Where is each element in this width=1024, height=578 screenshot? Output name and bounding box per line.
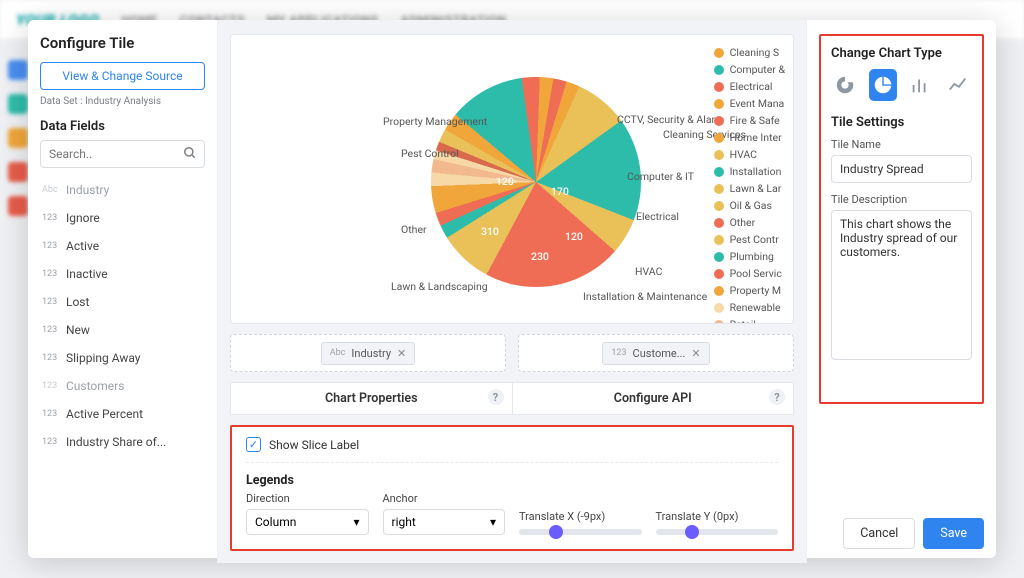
field-row[interactable]: 123Active xyxy=(40,232,205,260)
help-icon[interactable]: ? xyxy=(488,389,504,405)
right-panel: Change Chart Type Tile Settings Tile Nam… xyxy=(806,20,996,563)
field-row[interactable]: 123Customers xyxy=(40,372,205,400)
chart-data-label: Lawn & Landscaping xyxy=(391,280,488,293)
direction-select[interactable]: Column ▾ xyxy=(246,509,369,535)
chart-type-bar[interactable] xyxy=(907,69,935,101)
legend-item: Retail xyxy=(714,317,785,324)
save-button[interactable]: Save xyxy=(923,518,984,549)
chip-label: Custome... xyxy=(633,347,686,360)
chart-data-label: Other xyxy=(401,223,427,236)
chart-data-label: 310 xyxy=(481,225,499,238)
translate-y-label: Translate Y (0px) xyxy=(656,510,779,523)
legends-heading: Legends xyxy=(246,473,778,488)
legend-item: HVAC xyxy=(714,147,785,162)
center-panel: Cleaning ServicesCCTV, Security & AlarmP… xyxy=(218,20,806,563)
chart-data-label: 170 xyxy=(551,185,569,198)
field-row[interactable]: 123New xyxy=(40,316,205,344)
chart-data-label: 230 xyxy=(531,250,549,263)
show-slice-label-text: Show Slice Label xyxy=(269,438,359,452)
field-row[interactable]: 123Inactive xyxy=(40,260,205,288)
left-panel: Configure Tile View & Change Source Data… xyxy=(28,20,218,563)
legend-item: Other xyxy=(714,215,785,230)
chart-type-pie[interactable] xyxy=(869,69,897,101)
field-row[interactable]: 123Active Percent xyxy=(40,400,205,428)
modal-title: Configure Tile xyxy=(40,34,205,52)
legend-item: Cleaning S xyxy=(714,45,785,60)
legend-item: Pest Contr xyxy=(714,232,785,247)
chart-data-label: Computer & IT xyxy=(627,170,694,183)
tile-desc-textarea[interactable] xyxy=(831,210,972,360)
translate-x-label: Translate X (-9px) xyxy=(519,510,642,523)
view-change-source-button[interactable]: View & Change Source xyxy=(40,62,205,90)
change-chart-type-heading: Change Chart Type xyxy=(831,46,972,61)
legend-item: Home Inter xyxy=(714,130,785,145)
direction-label: Direction xyxy=(246,492,369,505)
legend-item: Installation xyxy=(714,164,785,179)
chevron-down-icon: ▾ xyxy=(353,515,359,529)
legend-item: Renewable xyxy=(714,300,785,315)
chart-properties-panel: ✓ Show Slice Label Legends Direction Col… xyxy=(230,425,794,551)
data-fields-heading: Data Fields xyxy=(40,119,205,134)
legend-item: Electrical xyxy=(714,79,785,94)
dataset-label: Data Set : Industry Analysis xyxy=(40,96,205,107)
data-fields-list: AbcIndustry123Ignore123Active123Inactive… xyxy=(40,176,205,555)
translate-y-slider[interactable] xyxy=(656,529,779,535)
chart-preview: Cleaning ServicesCCTV, Security & AlarmP… xyxy=(230,34,794,324)
show-slice-label-checkbox[interactable]: ✓ xyxy=(246,437,261,452)
chart-type-donut[interactable] xyxy=(831,69,859,101)
tile-name-label: Tile Name xyxy=(831,138,972,151)
field-row[interactable]: 123Slipping Away xyxy=(40,344,205,372)
tile-desc-label: Tile Description xyxy=(831,193,972,206)
chart-data-label: Property Management xyxy=(383,115,487,128)
chart-data-label: Installation & Maintenance xyxy=(583,290,707,303)
field-row[interactable]: 123Industry Share of... xyxy=(40,428,205,456)
chip-label: Industry xyxy=(351,347,391,360)
chart-data-label: HVAC xyxy=(635,265,662,278)
chart-data-label: 120 xyxy=(565,230,583,243)
chevron-down-icon: ▾ xyxy=(490,515,496,529)
drop-zone-dimension[interactable]: Abc Industry ✕ xyxy=(230,334,506,372)
chart-data-label: Pest Control xyxy=(401,147,459,160)
legend-item: Computer & xyxy=(714,62,785,77)
legend-item: Property M xyxy=(714,283,785,298)
field-row[interactable]: 123Ignore xyxy=(40,204,205,232)
chart-type-line[interactable] xyxy=(944,69,972,101)
close-icon[interactable]: ✕ xyxy=(397,347,406,360)
legend-item: Pool Servic xyxy=(714,266,785,281)
tile-name-input[interactable] xyxy=(831,155,972,183)
legend-item: Plumbing xyxy=(714,249,785,264)
legend-item: Fire & Safe xyxy=(714,113,785,128)
close-icon[interactable]: ✕ xyxy=(691,347,700,360)
help-icon[interactable]: ? xyxy=(769,389,785,405)
chip-industry[interactable]: Abc Industry ✕ xyxy=(321,342,416,365)
chip-customers[interactable]: 123 Custome... ✕ xyxy=(602,342,709,365)
chart-legend: Cleaning S Computer & Electrical Event Mana… xyxy=(714,45,785,324)
chart-data-label: Electrical xyxy=(636,210,679,223)
configure-tile-modal: Configure Tile View & Change Source Data… xyxy=(28,20,996,558)
tile-settings-heading: Tile Settings xyxy=(831,115,972,130)
drop-zone-measure[interactable]: 123 Custome... ✕ xyxy=(518,334,794,372)
field-row[interactable]: AbcIndustry xyxy=(40,176,205,204)
legend-item: Lawn & Lar xyxy=(714,181,785,196)
legend-item: Event Mana xyxy=(714,96,785,111)
chart-data-label: CCTV, Security & Alarm xyxy=(617,113,724,126)
search-icon xyxy=(183,146,197,160)
legend-item: Oil & Gas xyxy=(714,198,785,213)
anchor-select[interactable]: right ▾ xyxy=(383,509,506,535)
translate-x-slider[interactable] xyxy=(519,529,642,535)
tab-chart-properties[interactable]: Chart Properties ? xyxy=(230,382,513,415)
search-input[interactable] xyxy=(40,140,205,168)
chart-data-label: 120 xyxy=(496,175,514,188)
cancel-button[interactable]: Cancel xyxy=(843,518,915,549)
field-row[interactable]: 123Lost xyxy=(40,288,205,316)
anchor-label: Anchor xyxy=(383,492,506,505)
tab-configure-api[interactable]: Configure API ? xyxy=(513,382,795,415)
